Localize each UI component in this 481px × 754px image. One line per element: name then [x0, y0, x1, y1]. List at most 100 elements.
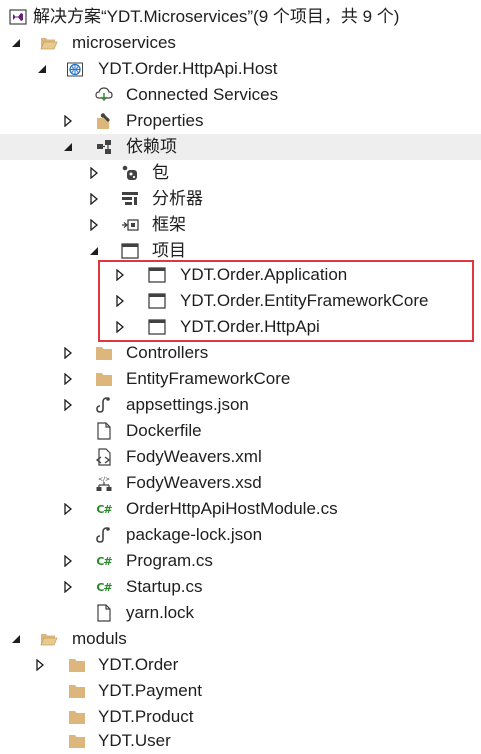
expanded-arrow-icon[interactable] [86, 238, 102, 264]
tree-item-frameworks[interactable]: 框架 [0, 212, 481, 238]
tree-item-proj-application[interactable]: YDT.Order.Application [0, 262, 481, 288]
tree-item-packages[interactable]: 包 [0, 160, 481, 186]
file-icon [95, 604, 113, 622]
tree-item-label: Controllers [126, 343, 209, 362]
tree-item-folder-microservices[interactable]: microservices [0, 30, 481, 56]
tree-item-label: YDT.Order.HttpApi.Host [98, 59, 278, 78]
project-reference-icon [121, 242, 139, 260]
tree-item-projects[interactable]: 项目 [0, 238, 481, 264]
visual-studio-solution-icon [9, 8, 27, 26]
tree-item-label: Properties [126, 111, 204, 130]
tree-item-dockerfile[interactable]: Dockerfile [0, 418, 481, 444]
collapsed-arrow-icon[interactable] [60, 548, 76, 574]
file-icon [95, 422, 113, 440]
tree-item-label: 项目 [152, 241, 186, 260]
collapsed-arrow-icon[interactable] [32, 652, 48, 678]
collapsed-arrow-icon[interactable] [112, 288, 128, 314]
csharp-file-icon: C# [96, 554, 112, 568]
folder-icon [95, 370, 113, 388]
tree-item-label: 框架 [152, 215, 186, 234]
expanded-arrow-icon[interactable] [8, 626, 24, 652]
project-reference-icon [148, 292, 166, 310]
tree-item-controllers[interactable]: Controllers [0, 340, 481, 366]
collapsed-arrow-icon[interactable] [60, 366, 76, 392]
tree-item-ydt-user[interactable]: YDT.User [0, 728, 481, 754]
tree-item-label: YDT.Order.Application [180, 265, 348, 284]
tree-item-label: Connected Services [126, 85, 279, 104]
tree-item-solution[interactable]: 解决方案“YDT.Microservices”(9 个项目，共 9 个) [0, 4, 481, 30]
collapsed-arrow-icon[interactable] [60, 108, 76, 134]
folder-open-icon [40, 34, 58, 52]
tree-item-yarn-lock[interactable]: yarn.lock [0, 600, 481, 626]
tree-item-ydt-order[interactable]: YDT.Order [0, 652, 481, 678]
tree-item-label: appsettings.json [126, 395, 249, 414]
tree-item-label: Startup.cs [126, 577, 203, 596]
expanded-arrow-icon[interactable] [34, 56, 50, 82]
collapsed-arrow-icon[interactable] [60, 340, 76, 366]
collapsed-arrow-icon[interactable] [112, 262, 128, 288]
tree-item-label: Program.cs [126, 551, 213, 570]
json-file-icon [95, 396, 113, 414]
expanded-arrow-icon[interactable] [60, 134, 76, 160]
tree-item-label: YDT.Product [98, 707, 194, 726]
framework-icon [121, 216, 139, 234]
tree-item-label: YDT.Order.EntityFrameworkCore [180, 291, 429, 310]
tree-item-label: YDT.Order [98, 655, 179, 674]
tree-item-label: microservices [72, 33, 176, 52]
svg-text:</>: </> [98, 476, 110, 483]
tree-item-label: 依赖项 [126, 137, 177, 156]
tree-item-program[interactable]: C# Program.cs [0, 548, 481, 574]
json-file-icon [95, 526, 113, 544]
tree-item-label: YDT.User [98, 731, 171, 750]
collapsed-arrow-icon[interactable] [60, 392, 76, 418]
tree-item-analyzers[interactable]: 分析器 [0, 186, 481, 212]
tree-item-ydt-payment[interactable]: YDT.Payment [0, 678, 481, 704]
tree-item-folder-moduls[interactable]: moduls [0, 626, 481, 652]
tree-item-project-host[interactable]: YDT.Order.HttpApi.Host [0, 56, 481, 82]
properties-wrench-icon [95, 112, 113, 130]
tree-item-properties[interactable]: Properties [0, 108, 481, 134]
tree-item-label: package-lock.json [126, 525, 263, 544]
tree-item-connected-services[interactable]: Connected Services [0, 82, 481, 108]
csharp-file-icon: C# [96, 580, 112, 594]
tree-item-label: FodyWeavers.xsd [126, 473, 262, 492]
analyzers-icon [121, 190, 139, 208]
tree-item-ydt-product[interactable]: YDT.Product [0, 704, 481, 730]
tree-item-label: OrderHttpApiHostModule.cs [126, 499, 338, 518]
csharp-file-icon: C# [96, 502, 112, 516]
xsd-schema-icon: </> [95, 474, 113, 492]
tree-item-proj-httpapi[interactable]: YDT.Order.HttpApi [0, 314, 481, 340]
tree-item-proj-efcore[interactable]: YDT.Order.EntityFrameworkCore [0, 288, 481, 314]
tree-item-label: EntityFrameworkCore [126, 369, 291, 388]
nuget-package-icon [121, 164, 139, 182]
project-reference-icon [148, 318, 166, 336]
collapsed-arrow-icon[interactable] [86, 212, 102, 238]
tree-item-fody-xsd[interactable]: </> FodyWeavers.xsd [0, 470, 481, 496]
xml-file-icon [95, 448, 113, 466]
tree-item-package-lock[interactable]: package-lock.json [0, 522, 481, 548]
collapsed-arrow-icon[interactable] [86, 186, 102, 212]
project-reference-icon [148, 266, 166, 284]
tree-item-label: 解决方案“YDT.Microservices”(9 个项目，共 9 个) [33, 7, 400, 26]
expanded-arrow-icon[interactable] [8, 30, 24, 56]
dependencies-icon [95, 138, 113, 156]
folder-icon [68, 682, 86, 700]
web-project-icon [66, 60, 84, 78]
tree-item-label: YDT.Payment [98, 681, 202, 700]
tree-item-label: 包 [152, 163, 169, 182]
connected-services-icon [95, 86, 113, 104]
tree-item-label: 分析器 [152, 189, 203, 208]
collapsed-arrow-icon[interactable] [86, 160, 102, 186]
tree-item-fody-xml[interactable]: FodyWeavers.xml [0, 444, 481, 470]
tree-item-label: YDT.Order.HttpApi [180, 317, 320, 336]
collapsed-arrow-icon[interactable] [112, 314, 128, 340]
tree-item-efcore-folder[interactable]: EntityFrameworkCore [0, 366, 481, 392]
folder-open-icon [40, 630, 58, 648]
tree-item-host-module[interactable]: C# OrderHttpApiHostModule.cs [0, 496, 481, 522]
collapsed-arrow-icon[interactable] [60, 574, 76, 600]
tree-item-dependencies[interactable]: 依赖项 [0, 134, 481, 160]
tree-item-startup[interactable]: C# Startup.cs [0, 574, 481, 600]
folder-icon [68, 656, 86, 674]
tree-item-appsettings[interactable]: appsettings.json [0, 392, 481, 418]
collapsed-arrow-icon[interactable] [60, 496, 76, 522]
